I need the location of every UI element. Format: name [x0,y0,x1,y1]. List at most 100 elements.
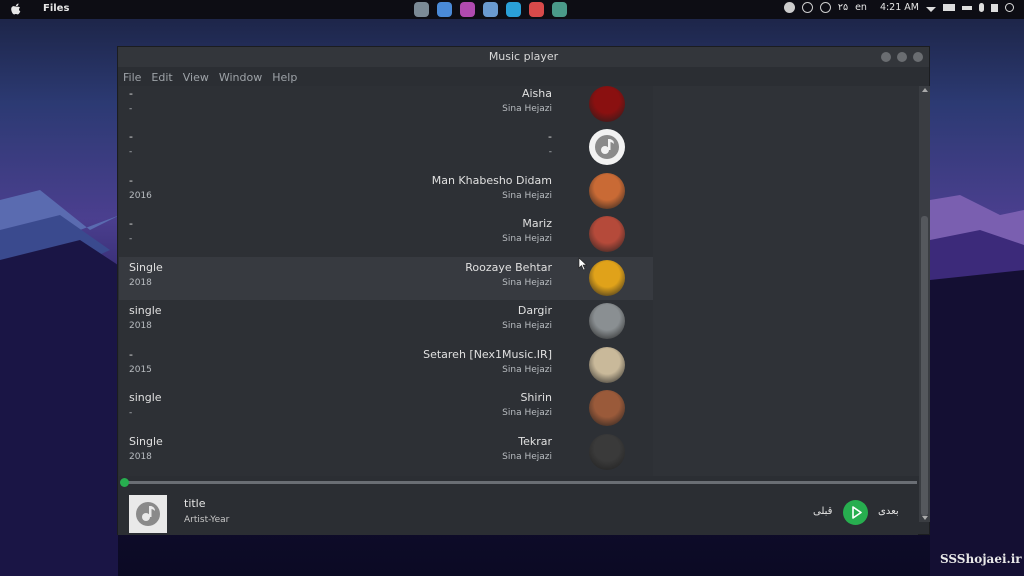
track-year: - [129,147,133,157]
track-album-type: single [129,391,162,404]
track-year: - [129,104,133,114]
track-artist: Sina Hejazi [502,408,552,418]
track-artwork [589,260,625,296]
track-title: - [548,130,552,143]
music-note-icon [595,135,619,159]
language-indicator[interactable]: en [855,2,867,13]
track-row[interactable]: - 2016 Man Khabesho Didam Sina Hejazi [119,170,653,213]
system-tray: ۲۵ en 4:21 AM [783,2,1014,13]
app-icon-7[interactable] [552,2,567,17]
chrome-icon[interactable] [437,2,452,17]
track-year: 2015 [129,365,152,375]
apple-icon[interactable] [9,2,23,16]
track-year: 2018 [129,452,152,462]
tray-sync-icon[interactable] [801,2,813,13]
app-icon-1[interactable] [414,2,429,17]
microphone-icon[interactable] [979,3,984,12]
track-row[interactable]: - - Aisha Sina Hejazi [119,86,653,126]
track-title: Roozaye Behtar [465,261,552,274]
track-title: Tekrar [518,435,552,448]
track-row[interactable]: - - Mariz Sina Hejazi [119,213,653,256]
track-album-type: - [129,348,133,361]
track-artist: Sina Hejazi [502,278,552,288]
track-list[interactable]: - - Aisha Sina Hejazi - - - - - 2016 Man Khabesho … [119,86,653,476]
track-artwork [589,347,625,383]
battery-icon[interactable] [943,4,955,11]
track-title: Setareh [Nex1Music.IR] [423,348,552,361]
menu-view[interactable]: View [183,71,209,84]
tray-app-icon[interactable] [783,2,795,13]
seek-bar[interactable] [120,478,917,487]
track-album-type: Single [129,435,163,448]
close-button[interactable] [913,52,923,62]
telegram-icon[interactable] [506,2,521,17]
key-icon[interactable] [962,5,972,10]
menu-help[interactable]: Help [272,71,297,84]
track-artwork [589,129,625,165]
track-row[interactable]: single 2018 Dargir Sina Hejazi [119,300,653,343]
minimize-button[interactable] [881,52,891,62]
menu-bar: File Edit View Window Help [118,68,929,86]
window-titlebar[interactable]: Music player [118,47,929,67]
menu-edit[interactable]: Edit [151,71,172,84]
scrollbar-thumb[interactable] [921,216,928,516]
track-album-type: - [129,87,133,100]
track-title: Dargir [517,304,552,317]
play-button[interactable] [843,500,868,525]
track-artwork [589,173,625,209]
track-artist: Sina Hejazi [502,452,552,462]
side-panel [653,86,919,476]
menu-window[interactable]: Window [219,71,262,84]
app-icon-6[interactable] [529,2,544,17]
power-icon[interactable] [1005,3,1014,12]
play-icon [852,506,862,519]
window-controls [881,52,923,62]
now-playing-meta: Artist-Year [184,515,230,525]
wifi-icon[interactable] [926,6,936,12]
track-row[interactable]: single - Shirin Sina Hejazi [119,387,653,430]
track-year: - [129,408,133,418]
track-year: 2018 [129,278,152,288]
vertical-scrollbar[interactable] [919,86,930,522]
track-artist: - [548,147,552,157]
track-artwork [589,303,625,339]
track-album-type: Single [129,261,163,274]
menu-file[interactable]: File [123,71,141,84]
previous-button[interactable]: قبلی [813,506,832,517]
track-album-type: - [129,130,133,143]
volume-icon[interactable] [991,3,998,12]
scroll-up-icon[interactable] [922,88,928,92]
clock-time[interactable]: 4:21 AM [880,2,919,13]
track-year: 2016 [129,191,152,201]
track-title: Man Khabesho Didam [431,174,552,187]
player-bar: title Artist-Year قبلی بعدی [118,487,918,535]
files-menu[interactable]: Files [43,3,69,14]
dock [414,2,567,17]
track-row[interactable]: Single 2018 Roozaye Behtar Sina Hejazi [119,257,653,300]
track-album-type: - [129,217,133,230]
scroll-down-icon[interactable] [922,516,928,520]
next-button[interactable]: بعدی [878,506,899,517]
app-icon-3[interactable] [460,2,475,17]
track-row[interactable]: - - - - [119,126,653,169]
top-bar: Files ۲۵ en 4:21 AM [0,0,1024,19]
persian-date[interactable]: ۲۵ [838,2,848,13]
track-title: Aisha [521,87,552,100]
track-artwork [589,390,625,426]
track-title: Shirin [520,391,552,404]
track-artist: Sina Hejazi [502,191,552,201]
track-year: - [129,234,133,244]
track-artist: Sina Hejazi [502,365,552,375]
clock-icon[interactable] [819,2,831,13]
track-artwork [589,216,625,252]
maximize-button[interactable] [897,52,907,62]
seek-handle[interactable] [120,478,129,487]
track-album-type: - [129,174,133,187]
track-row[interactable]: - 2015 Setareh [Nex1Music.IR] Sina Hejazi [119,344,653,387]
track-artwork [589,434,625,470]
app-icon-4[interactable] [483,2,498,17]
track-title: Mariz [522,217,552,230]
now-playing-cover [129,495,167,533]
track-artist: Sina Hejazi [502,104,552,114]
track-row[interactable]: Single 2018 Tekrar Sina Hejazi [119,431,653,474]
